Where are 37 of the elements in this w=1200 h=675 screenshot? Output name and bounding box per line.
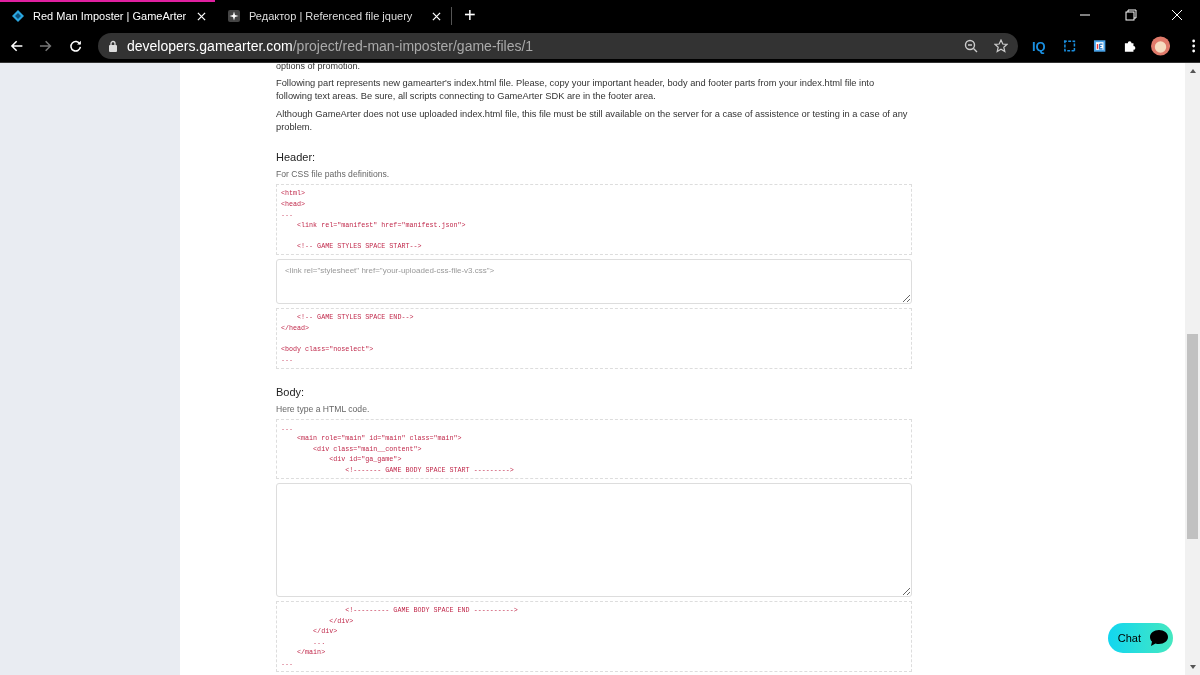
zoom-out-icon[interactable] <box>963 39 978 53</box>
reload-icon[interactable] <box>68 39 82 53</box>
close-icon[interactable] <box>197 11 206 21</box>
browser-tab[interactable]: Редактор | Referenced file jquery <box>216 7 452 25</box>
chat-bubble-icon <box>1149 629 1169 647</box>
sparkle-icon <box>228 10 240 22</box>
close-icon[interactable] <box>432 11 441 21</box>
code-input-field[interactable] <box>276 483 912 597</box>
lock-icon <box>107 40 118 52</box>
diamond-icon <box>12 10 24 22</box>
star-icon[interactable] <box>993 39 1008 53</box>
extension-icon[interactable] <box>1093 39 1107 53</box>
section-hint: For CSS file paths definitions. <box>276 168 391 180</box>
section-heading: Body: <box>276 384 306 399</box>
crop-icon[interactable] <box>1062 39 1076 53</box>
scrollbar[interactable] <box>1185 63 1200 675</box>
puzzle-icon[interactable] <box>1123 39 1137 53</box>
back-arrow-icon[interactable] <box>10 39 24 53</box>
paragraph: Following part represents new gamearter's index.html file. Please, copy your important header, body and footer parts from your index.html file into following text areas. Be sure, all scripts connecting to GameArter SDK are in the footer area. <box>276 77 876 102</box>
restore-icon[interactable] <box>1125 9 1137 21</box>
url-text: developers.gamearter.com/project/red-man-imposter/game-files/1 <box>126 38 534 54</box>
scrollbar-thumb[interactable] <box>1187 334 1198 539</box>
paragraph: Although GameArter does not use uploaded index.html file, this file must be still available on the server for a case of assistence or testing in a case of any problem. <box>276 108 909 133</box>
chat-button[interactable]: Chat <box>1107 623 1173 653</box>
address-bar[interactable]: developers.gamearter.com/project/red-man-imposter/game-files/1 <box>97 33 1018 59</box>
close-icon[interactable] <box>1171 9 1183 21</box>
section-heading: Header: <box>276 150 317 164</box>
extension-button[interactable]: IQ <box>1031 38 1046 54</box>
scroll-down-icon[interactable] <box>1188 663 1197 671</box>
section-hint: Here type a HTML code. <box>276 402 371 415</box>
new-tab-button[interactable]: + <box>464 3 476 27</box>
forward-arrow-icon[interactable] <box>39 39 53 53</box>
code-input-field[interactable]: <link rel="stylesheet" href="your-uploaded-css-file-v3.css"> <box>276 259 912 304</box>
avatar-icon[interactable] <box>1150 36 1170 56</box>
scroll-up-icon[interactable] <box>1188 67 1197 75</box>
tab-title: Редактор | Referenced file jquery <box>249 10 414 22</box>
tab-title: Red Man Imposter | GameArter <box>33 10 188 22</box>
